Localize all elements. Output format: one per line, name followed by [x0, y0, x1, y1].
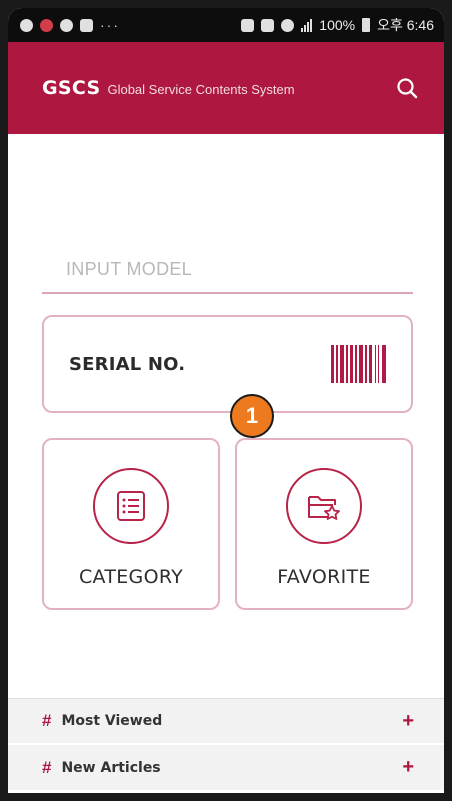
app-screen: ··· 100% 오후 6:46 GSCS Global Service Con… — [8, 8, 444, 793]
serial-label: SERIAL NO. — [69, 353, 186, 375]
expand-plus-icon[interactable]: + — [402, 710, 414, 733]
serial-number-card[interactable]: SERIAL NO. — [42, 315, 413, 413]
category-tile[interactable]: CATEGORY — [42, 438, 220, 610]
most-viewed-left: # Most Viewed — [42, 711, 162, 731]
category-label: CATEGORY — [78, 566, 184, 588]
new-articles-row[interactable]: # New Articles + — [8, 745, 444, 792]
app-notification-icon — [20, 18, 33, 32]
brand: GSCS Global Service Contents System — [42, 77, 295, 99]
article-links: # Most Viewed + # New Articles + — [8, 698, 444, 792]
search-icon — [397, 78, 418, 99]
status-right-icons: 100% 오후 6:46 — [241, 15, 434, 35]
star-folder-icon — [308, 496, 340, 520]
expand-plus-icon[interactable]: + — [402, 756, 414, 779]
annotation-badge: 1 — [230, 394, 274, 438]
model-input[interactable] — [42, 246, 413, 294]
more-notifications-icon: ··· — [100, 17, 120, 33]
favorite-tile[interactable]: FAVORITE — [235, 438, 413, 610]
favorite-label: FAVORITE — [277, 566, 371, 588]
alert-notification-icon — [40, 18, 53, 32]
hash-icon: # — [42, 711, 52, 730]
image-icon — [80, 18, 93, 32]
search-button[interactable] — [392, 73, 422, 103]
cloud-icon — [60, 18, 73, 32]
most-viewed-row[interactable]: # Most Viewed + — [8, 698, 444, 745]
battery-percent: 100% — [319, 17, 356, 33]
most-viewed-label: Most Viewed — [61, 713, 163, 729]
brand-logo-text: GSCS — [42, 77, 101, 99]
new-articles-label: New Articles — [61, 759, 161, 776]
signal-icon — [301, 18, 313, 32]
brand-subtitle: Global Service Contents System — [107, 82, 295, 97]
category-icon-circle — [93, 468, 169, 544]
hash-icon: # — [42, 757, 52, 777]
barcode-icon — [331, 345, 386, 383]
list-document-icon — [117, 491, 145, 521]
battery-icon — [362, 18, 371, 32]
wifi-icon — [281, 18, 295, 32]
status-bar: ··· 100% 오후 6:46 — [8, 8, 444, 42]
status-left-icons: ··· — [20, 17, 120, 33]
main-content: SERIAL NO. — [8, 134, 444, 689]
new-articles-left: # New Articles — [42, 758, 161, 778]
mute-icon — [261, 18, 275, 32]
nfc-icon — [241, 18, 255, 32]
app-header: GSCS Global Service Contents System — [8, 42, 444, 134]
clock: 오후 6:46 — [377, 17, 434, 33]
favorite-icon-circle — [286, 468, 362, 544]
